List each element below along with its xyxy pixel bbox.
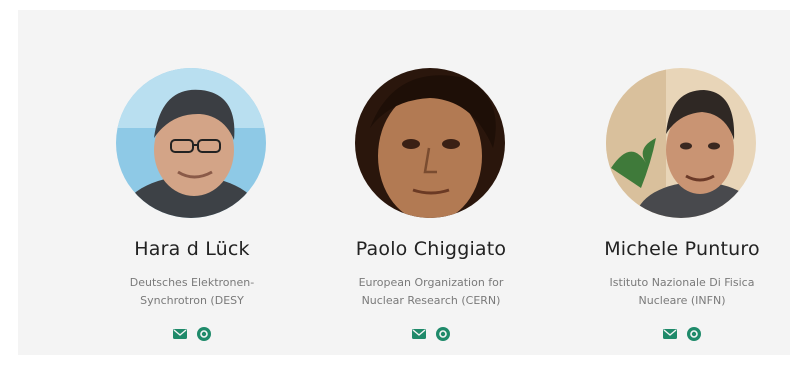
person-name: Michele Punturo xyxy=(604,238,760,260)
avatar xyxy=(116,68,266,218)
contact-icons xyxy=(331,326,531,342)
affiliation-line: Nuclear Research (CERN) xyxy=(361,294,501,307)
contact-icons xyxy=(582,326,782,342)
email-icon[interactable] xyxy=(662,326,678,342)
team-panel: Hara d Lück Deutsches Elektronen- Synchr… xyxy=(18,10,790,355)
person-affiliation: Deutsches Elektronen- Synchrotron (DESY xyxy=(92,274,292,310)
person-name: Paolo Chiggiato xyxy=(355,238,507,260)
person-affiliation: Istituto Nazionale Di Fisica Nucleare (I… xyxy=(582,274,782,310)
affiliation-line: Synchrotron (DESY xyxy=(140,294,244,307)
orcid-icon[interactable] xyxy=(196,326,212,342)
person-name: Hara d Lück xyxy=(134,238,250,260)
affiliation-line: Istituto Nazionale Di Fisica xyxy=(609,276,755,289)
orcid-icon[interactable] xyxy=(435,326,451,342)
email-icon[interactable] xyxy=(172,326,188,342)
person-affiliation: European Organization for Nuclear Resear… xyxy=(331,274,531,310)
affiliation-line: Nucleare (INFN) xyxy=(638,294,726,307)
orcid-icon[interactable] xyxy=(686,326,702,342)
affiliation-line: Deutsches Elektronen- xyxy=(129,276,255,289)
avatar xyxy=(355,68,505,218)
avatar xyxy=(606,68,756,218)
affiliation-line: European Organization for xyxy=(358,276,504,289)
email-icon[interactable] xyxy=(411,326,427,342)
contact-icons xyxy=(92,326,292,342)
